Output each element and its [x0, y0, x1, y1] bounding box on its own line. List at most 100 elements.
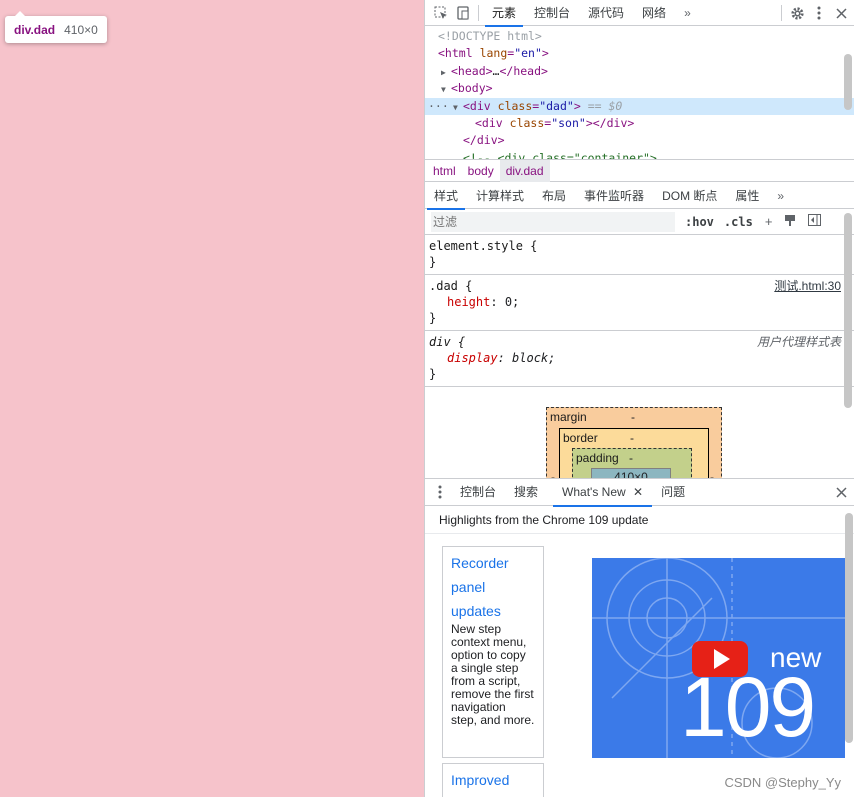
selected-node-ref: == $0	[587, 98, 623, 113]
toolbar-divider	[478, 4, 479, 21]
padding-top-value[interactable]: -	[629, 451, 633, 465]
csdn-watermark: CSDN @Stephy_Yy	[724, 775, 841, 790]
new-style-rule-icon[interactable]: +	[765, 214, 773, 229]
rule-div-useragent[interactable]: div { 用户代理样式表 display: block; }	[425, 331, 854, 387]
paint-brush-icon[interactable]	[784, 214, 796, 230]
tab-properties[interactable]: 属性	[726, 184, 768, 209]
head-close-tag: </head>	[499, 63, 548, 78]
styles-subtabs: 样式 计算样式 布局 事件监听器 DOM 断点 属性 »	[425, 184, 854, 210]
settings-gear-icon[interactable]	[786, 0, 808, 26]
margin-label: margin	[550, 410, 587, 424]
rule-closing-brace: }	[429, 311, 437, 325]
rule-dad[interactable]: .dad { 测试.html:30 height: 0; }	[425, 275, 854, 331]
hov-toggle-button[interactable]: :hov	[685, 215, 714, 229]
tooltip-size: 410×0	[64, 22, 98, 37]
border-top-value[interactable]: -	[630, 431, 634, 445]
filter-input[interactable]	[431, 211, 675, 232]
inspect-element-icon[interactable]	[430, 0, 452, 26]
device-toolbar-icon[interactable]	[452, 0, 474, 26]
feature-description: New step context menu, option to copy a …	[451, 622, 535, 727]
padding-label: padding	[576, 451, 619, 465]
collapse-triangle-icon[interactable]: ▼	[453, 99, 463, 116]
more-options-icon[interactable]	[808, 0, 830, 26]
dom-doctype[interactable]: <!DOCTYPE html>	[425, 28, 854, 45]
feature-title-link[interactable]: Improved JavaScript	[451, 768, 535, 797]
body-tag: <body>	[451, 81, 493, 96]
html-attr-value: "en"	[514, 46, 542, 61]
dad-attr: class	[497, 98, 533, 113]
doctype-text: <!DOCTYPE html>	[438, 29, 542, 43]
rule-declaration: display: block;	[429, 350, 850, 366]
html-close: >	[541, 46, 549, 61]
whats-new-header: Highlights from the Chrome 109 update	[425, 506, 854, 534]
drawer-tab-console[interactable]: 控制台	[451, 479, 505, 506]
breadcrumb-body[interactable]: body	[462, 160, 500, 182]
drawer-tab-search[interactable]: 搜索	[505, 479, 547, 506]
dom-div-dad-selected[interactable]: ··· ▼ <div class="dad"> == $0	[425, 97, 854, 116]
devtools-panel: 元素 控制台 源代码 网络 » <!DOCTYPE html> <html la…	[424, 0, 854, 797]
dad-attr-value: "dad"	[539, 98, 574, 113]
tab-layout[interactable]: 布局	[533, 184, 575, 209]
more-tabs-chevron-icon[interactable]: »	[675, 0, 700, 26]
dom-div-end[interactable]: </div>	[425, 132, 854, 149]
head-tag: <head>	[451, 63, 493, 78]
box-model-diagram: margin - - - border - - - padding - - - …	[425, 387, 854, 498]
property-name[interactable]: height	[447, 295, 490, 309]
page-viewport[interactable]: div.dad 410×0	[0, 0, 424, 797]
tab-console[interactable]: 控制台	[525, 0, 579, 26]
dom-scrollbar[interactable]	[844, 54, 852, 110]
html-attr: lang	[479, 46, 508, 61]
feature-title-link[interactable]: Recorder panel updates	[451, 551, 535, 623]
rule-source-useragent: 用户代理样式表	[756, 335, 841, 349]
tab-network[interactable]: 网络	[633, 0, 675, 26]
tab-styles[interactable]: 样式	[425, 184, 467, 210]
cls-toggle-button[interactable]: .cls	[724, 215, 753, 229]
breadcrumb-div-dad[interactable]: div.dad	[499, 159, 550, 182]
drawer-scrollbar[interactable]	[845, 513, 853, 743]
dom-body[interactable]: ▼ <body>	[425, 80, 854, 97]
close-drawer-icon[interactable]	[830, 479, 852, 506]
rule-declaration[interactable]: height: 0;	[429, 294, 850, 310]
drawer-tab-issues[interactable]: 问题	[652, 479, 694, 506]
tab-dom-breakpoints[interactable]: DOM 断点	[653, 184, 726, 209]
property-value[interactable]: 0;	[505, 295, 519, 309]
breadcrumb-html[interactable]: html	[427, 160, 462, 182]
main-toolbar: 元素 控制台 源代码 网络 »	[425, 0, 854, 27]
chrome-109-video-thumbnail[interactable]: new 109	[592, 558, 845, 758]
collapse-triangle-icon[interactable]: ▼	[441, 81, 451, 98]
bottom-drawer: 控制台 搜索 What's New ✕ 问题 Highlights from t…	[425, 478, 854, 797]
whats-new-body[interactable]: Recorder panel updates New step context …	[425, 534, 854, 797]
tab-elements[interactable]: 元素	[483, 0, 525, 27]
property-name: display	[447, 351, 498, 365]
toggle-sidebar-icon[interactable]	[808, 214, 822, 229]
close-devtools-icon[interactable]	[830, 0, 852, 26]
close-tab-icon[interactable]: ✕	[633, 485, 643, 499]
dom-div-son[interactable]: <div class="son"></div>	[425, 115, 854, 132]
rule-source-link[interactable]: 测试.html:30	[774, 278, 841, 294]
property-colon: :	[497, 351, 513, 365]
dom-html[interactable]: <html lang="en">	[425, 45, 854, 62]
feature-card-javascript[interactable]: Improved JavaScript	[442, 763, 544, 797]
whats-new-label: What's New	[562, 484, 626, 499]
tab-sources[interactable]: 源代码	[579, 0, 633, 26]
dom-comment[interactable]: <!-- <div class="container">	[425, 150, 854, 159]
margin-top-value[interactable]: -	[631, 410, 635, 424]
feature-card-recorder[interactable]: Recorder panel updates New step context …	[442, 546, 544, 758]
tab-event-listeners[interactable]: 事件监听器	[575, 184, 653, 209]
node-actions-ellipsis-icon[interactable]: ···	[428, 98, 449, 115]
dom-tree[interactable]: <!DOCTYPE html> <html lang="en"> ▶ <head>…	[425, 26, 854, 159]
dad-tag: <div	[463, 98, 491, 113]
styles-filter-bar: :hov .cls +	[425, 209, 854, 235]
chrome-version-number: 109	[680, 660, 816, 754]
more-subtabs-chevron-icon[interactable]: »	[768, 184, 793, 209]
son-tag: <div	[475, 115, 503, 130]
rule-closing-brace: }	[429, 255, 437, 269]
property-colon: :	[490, 295, 505, 309]
tab-computed[interactable]: 计算样式	[467, 184, 533, 209]
styles-scrollbar[interactable]	[844, 213, 852, 408]
drawer-menu-icon[interactable]	[429, 479, 451, 505]
expand-triangle-icon[interactable]: ▶	[441, 64, 451, 81]
rule-element-style[interactable]: element.style { }	[425, 235, 854, 275]
drawer-tab-whats-new[interactable]: What's New ✕	[553, 479, 653, 507]
dom-head[interactable]: ▶ <head>…</head>	[425, 63, 854, 80]
